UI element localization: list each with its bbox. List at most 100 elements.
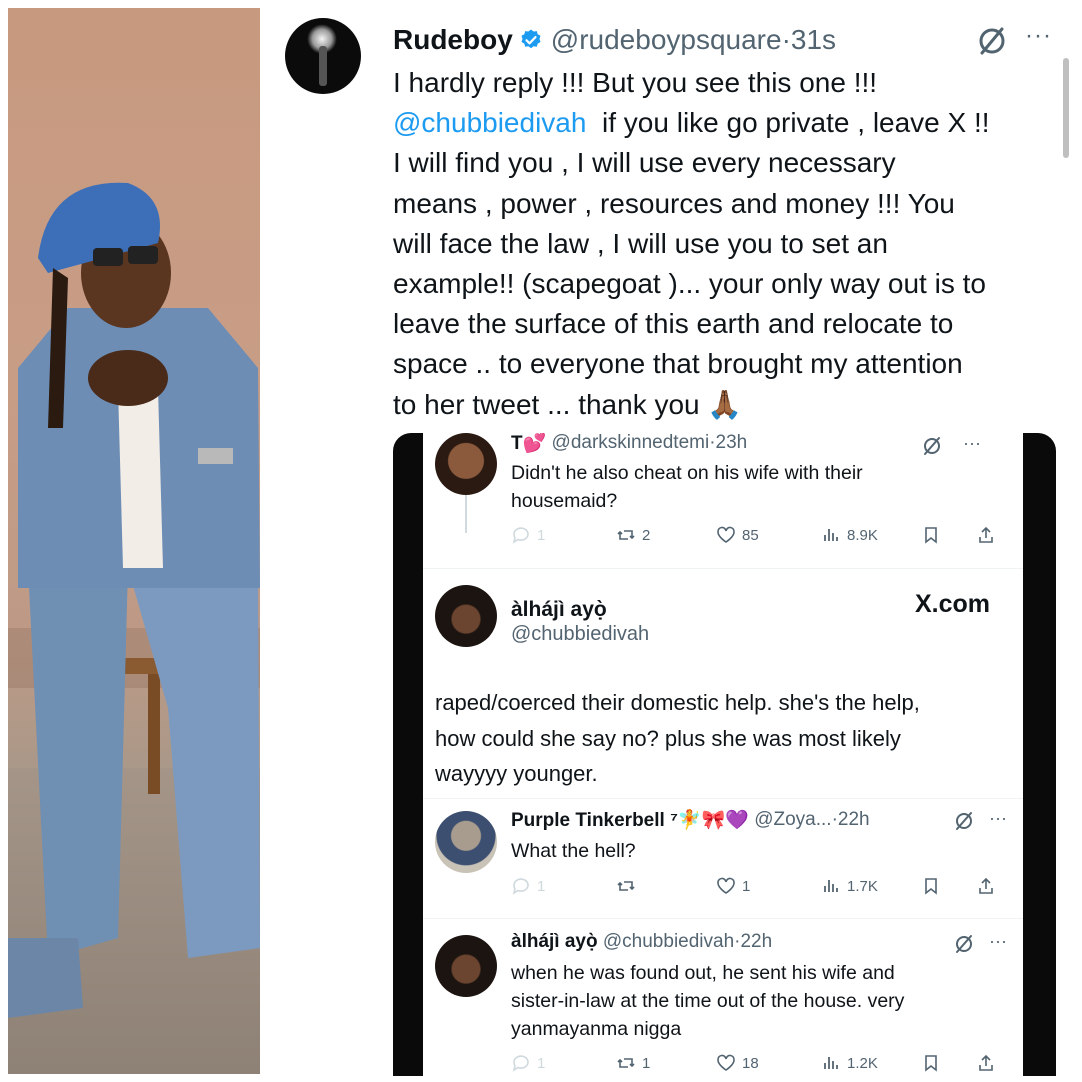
reply-count: 1 xyxy=(537,877,546,895)
reply-line: Didn't he also cheat on his wife with th… xyxy=(511,462,863,484)
retweet-button[interactable] xyxy=(616,876,642,896)
quote-handle[interactable]: @chubbiedivah xyxy=(511,623,649,646)
like-count: 85 xyxy=(742,526,759,544)
reply-actions: 1 1 1.7K xyxy=(511,876,1011,900)
mention-link[interactable]: @chubbiedivah xyxy=(393,107,586,138)
quote-line: how could she say no? plus she was most … xyxy=(435,725,901,751)
avatar[interactable] xyxy=(435,433,497,495)
divider xyxy=(423,568,1023,569)
avatar[interactable] xyxy=(435,935,497,997)
like-button[interactable]: 1 xyxy=(716,876,750,896)
reply-line: when he was found out, he sent his wife … xyxy=(511,962,895,984)
share-icon xyxy=(979,526,993,543)
bookmark-button[interactable] xyxy=(921,1053,941,1073)
tweet-line: @chubbiedivah if you like go private , l… xyxy=(393,103,1073,143)
tweet-line: to her tweet ... thank you 🙏🏾 xyxy=(393,388,743,420)
bookmark-button[interactable] xyxy=(921,525,941,545)
share-button[interactable] xyxy=(976,1053,996,1073)
handle[interactable]: @rudeboypsquare xyxy=(551,24,782,56)
like-icon xyxy=(717,877,735,894)
timestamp[interactable]: 31s xyxy=(791,24,836,56)
like-icon xyxy=(717,526,735,543)
reply-line: sister-in-law at the time out of the hou… xyxy=(511,990,905,1012)
reply-time[interactable]: 23h xyxy=(716,433,748,454)
reply-header: àlhájì ayọ̀ @chubbiedivah · 22h xyxy=(511,931,772,953)
reply-icon xyxy=(512,878,529,895)
views-button[interactable]: 8.9K xyxy=(821,525,878,545)
share-icon xyxy=(979,877,993,894)
tweet-line: I will find you , I will use every neces… xyxy=(393,147,896,179)
main-tweet[interactable]: Rudeboy @rudeboypsquare · 31s ··· I hard… xyxy=(285,8,1075,428)
like-count: 18 xyxy=(742,1054,759,1072)
person-illustration xyxy=(8,182,260,1018)
reply-icon xyxy=(512,527,529,544)
reply-name[interactable]: àlhájì ayọ̀ xyxy=(511,931,598,953)
reply-button[interactable]: 1 xyxy=(511,1053,545,1073)
share-icon xyxy=(979,1054,993,1071)
views-count: 1.7K xyxy=(847,877,878,895)
reply-handle[interactable]: @Zoya... xyxy=(754,809,831,831)
reply-button[interactable]: 1 xyxy=(511,525,545,545)
retweet-count: 1 xyxy=(642,1054,651,1072)
reply-time[interactable]: 22h xyxy=(740,931,772,953)
reply-name[interactable]: T💕 xyxy=(511,433,546,455)
photo-rudeboy xyxy=(8,8,260,1074)
quote-line: wayyyy younger. xyxy=(435,761,598,786)
more-icon[interactable]: ··· xyxy=(1025,22,1052,50)
reply-actions: 1 1 18 1.2K xyxy=(511,1053,1011,1076)
display-name[interactable]: Rudeboy xyxy=(393,24,513,56)
bookmark-icon xyxy=(925,1055,937,1072)
like-button[interactable]: 18 xyxy=(716,1053,759,1073)
tweet-header: Rudeboy @rudeboypsquare · 31s xyxy=(393,20,836,60)
retweet-button[interactable]: 2 xyxy=(616,525,650,545)
verified-badge-icon xyxy=(521,29,541,49)
grok-icon[interactable] xyxy=(975,24,1009,58)
grok-icon[interactable] xyxy=(953,810,975,832)
more-icon[interactable]: ··· xyxy=(963,433,981,454)
more-icon[interactable]: ··· xyxy=(989,931,1007,952)
tweet-line: I hardly reply !!! But you see this one … xyxy=(393,67,878,98)
reply-text: when he was found out, he sent his wife … xyxy=(511,959,1001,1043)
views-button[interactable]: 1.7K xyxy=(821,876,878,896)
more-icon[interactable]: ··· xyxy=(989,808,1007,829)
bookmark-icon xyxy=(925,878,937,895)
tweet-line: means , power , resources and money !!! … xyxy=(393,187,955,219)
bookmark-button[interactable] xyxy=(921,876,941,896)
reply-handle[interactable]: @chubbiedivah xyxy=(603,931,734,953)
bookmark-icon xyxy=(925,527,937,544)
views-button[interactable]: 1.2K xyxy=(821,1053,878,1073)
tweet-line: example!! (scapegoat )... your only way … xyxy=(393,268,986,300)
views-count: 1.2K xyxy=(847,1054,878,1072)
grok-icon[interactable] xyxy=(921,435,943,457)
reply-line: housemaid? xyxy=(511,490,618,512)
tweet-line: leave the surface of this earth and relo… xyxy=(393,308,954,340)
avatar[interactable] xyxy=(285,18,361,94)
divider xyxy=(423,918,1023,919)
divider xyxy=(423,798,1023,799)
tweet-line-rest: if you like go private , leave X !! xyxy=(602,107,990,139)
reply-count: 1 xyxy=(537,526,546,544)
avatar[interactable] xyxy=(435,585,497,647)
like-button[interactable]: 85 xyxy=(716,525,759,545)
retweet-count: 2 xyxy=(642,526,651,544)
retweet-icon xyxy=(617,530,635,540)
views-icon xyxy=(824,880,838,892)
quote-name[interactable]: àlhájì ayọ̀ xyxy=(511,598,607,622)
share-button[interactable] xyxy=(976,876,996,896)
embedded-screenshot: T💕 @darkskinnedtemi · 23h ··· Didn't he … xyxy=(393,433,1056,1076)
reply-time[interactable]: 22h xyxy=(838,809,870,831)
retweet-icon xyxy=(617,881,635,891)
reply-header: Purple Tinkerbell ⁷🧚🎀💜 @Zoya... · 22h xyxy=(511,808,870,832)
tweet-line: space .. to everyone that brought my att… xyxy=(393,348,963,380)
share-button[interactable] xyxy=(976,525,996,545)
tweet-text: I hardly reply !!! But you see this one … xyxy=(393,63,1073,425)
retweet-button[interactable]: 1 xyxy=(616,1053,650,1073)
reply-button[interactable]: 1 xyxy=(511,876,545,896)
avatar-figure xyxy=(319,46,327,86)
reply-name[interactable]: Purple Tinkerbell ⁷🧚🎀💜 xyxy=(511,808,749,832)
tweet-line: will face the law , I will use you to se… xyxy=(393,227,888,259)
reply-handle[interactable]: @darkskinnedtemi xyxy=(552,433,710,454)
grok-icon[interactable] xyxy=(953,933,975,955)
reply-icon xyxy=(512,1055,529,1072)
avatar[interactable] xyxy=(435,811,497,873)
